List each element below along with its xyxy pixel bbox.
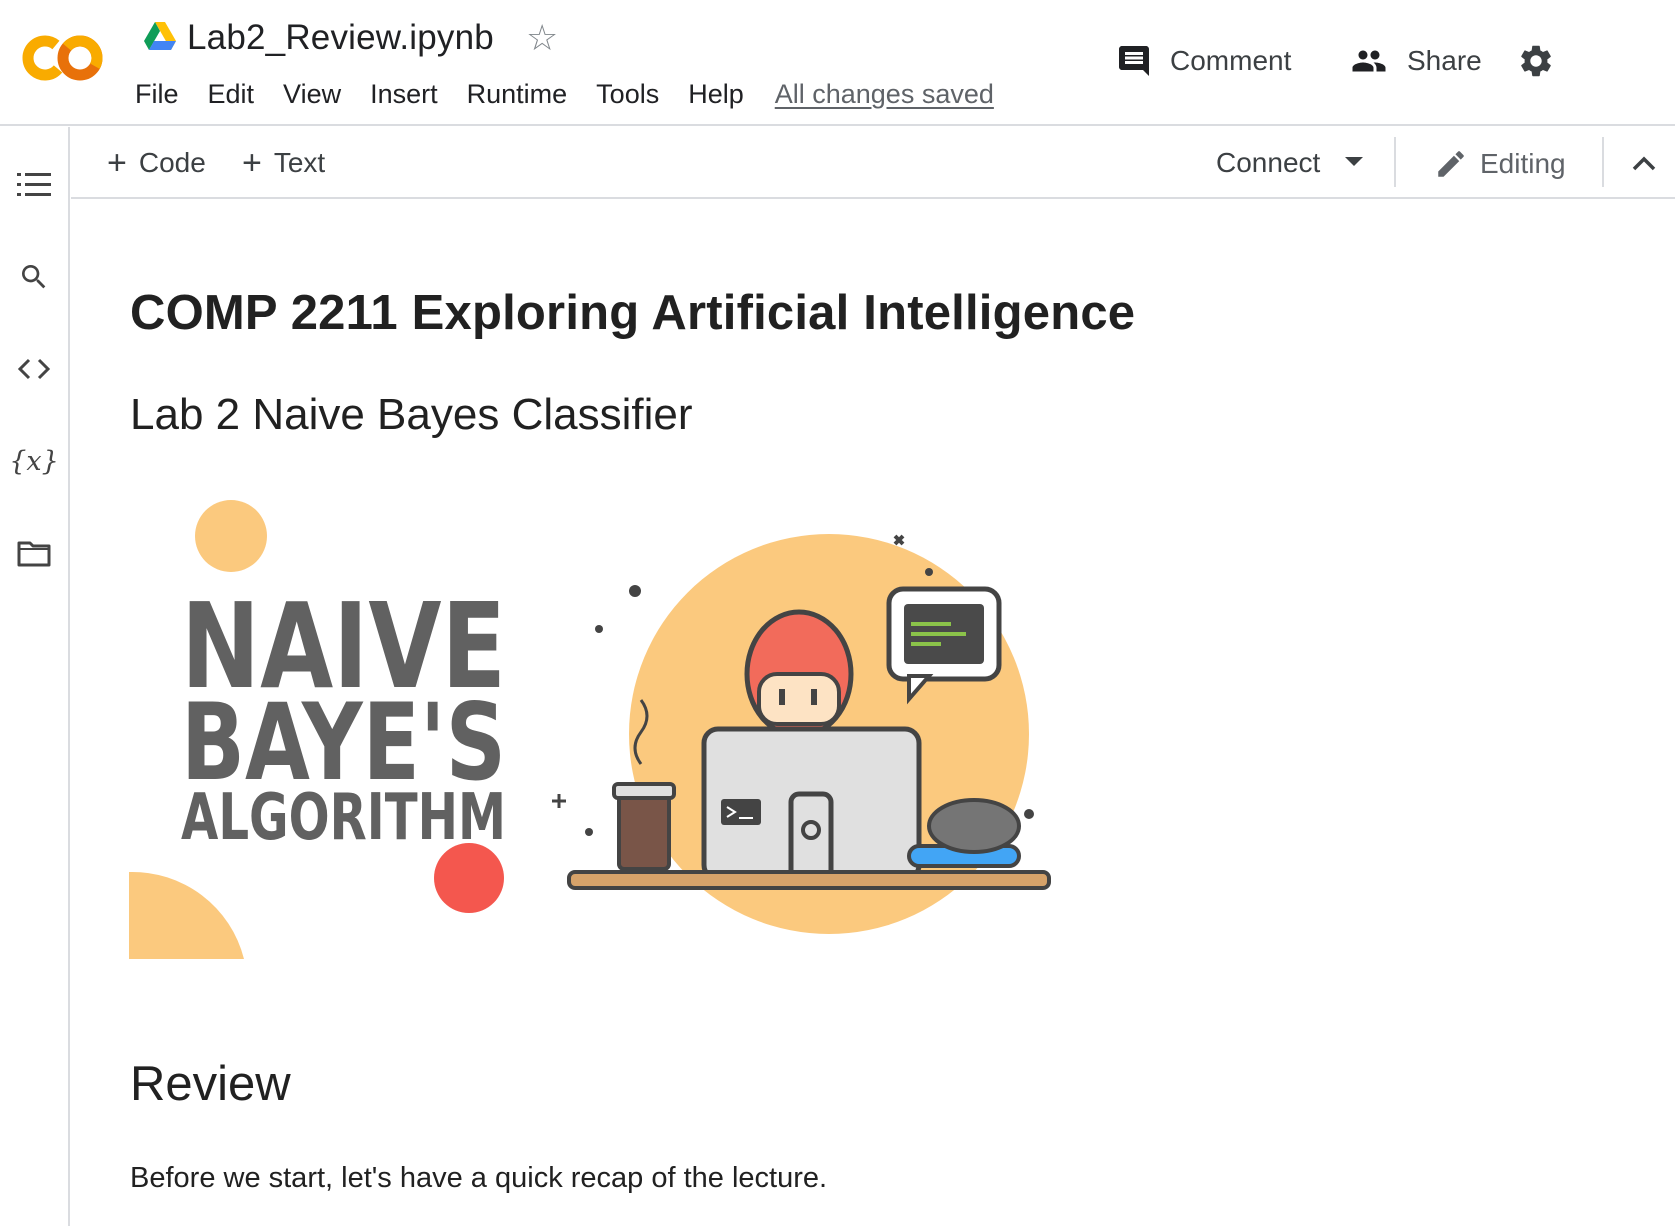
notebook-toolbar: + Code + Text Connect Editing bbox=[71, 127, 1675, 199]
google-drive-icon bbox=[144, 22, 176, 50]
table-of-contents-icon[interactable] bbox=[16, 167, 52, 203]
notebook-heading: COMP 2211 Exploring Artificial Intellige… bbox=[130, 286, 1136, 340]
connect-button[interactable]: Connect bbox=[1216, 147, 1320, 179]
plus-icon: + bbox=[107, 144, 127, 182]
colab-logo[interactable] bbox=[20, 30, 106, 86]
toolbar-divider bbox=[1602, 137, 1604, 187]
naive-bayes-hero-image: NAIVE BAYE'S ALGORITHM bbox=[129, 500, 1051, 959]
comment-icon bbox=[1119, 46, 1149, 76]
code-snippets-icon[interactable] bbox=[16, 351, 52, 387]
variables-icon[interactable]: {x} bbox=[9, 443, 59, 479]
add-code-label: Code bbox=[138, 147, 206, 178]
folder-icon[interactable] bbox=[16, 535, 52, 571]
editing-mode-button[interactable]: Editing bbox=[1434, 147, 1566, 181]
chevron-up-icon[interactable] bbox=[1629, 149, 1659, 179]
share-button[interactable]: Share bbox=[1349, 38, 1482, 84]
intro-paragraph: Before we start, let's have a quick reca… bbox=[130, 1162, 828, 1194]
editing-label: Editing bbox=[1480, 148, 1566, 179]
menu-file[interactable]: File bbox=[135, 76, 179, 112]
section-title-review: Review bbox=[130, 1057, 291, 1111]
connect-dropdown-icon[interactable] bbox=[1345, 157, 1363, 166]
left-sidebar: {x} bbox=[0, 127, 70, 1226]
plus-icon: + bbox=[242, 144, 262, 182]
toolbar-divider bbox=[1394, 137, 1396, 187]
add-text-label: Text bbox=[273, 147, 326, 178]
add-text-cell-button[interactable]: + Text bbox=[242, 144, 326, 182]
add-code-cell-button[interactable]: + Code bbox=[107, 144, 206, 182]
menu-bar: File Edit View Insert Runtime Tools Help… bbox=[135, 76, 994, 112]
menu-help[interactable]: Help bbox=[688, 76, 744, 112]
share-label: Share bbox=[1407, 45, 1482, 76]
notebook-title[interactable]: Lab2_Review.ipynb bbox=[187, 18, 494, 58]
save-status-link[interactable]: All changes saved bbox=[775, 76, 994, 112]
pencil-icon bbox=[1438, 151, 1464, 177]
menu-edit[interactable]: Edit bbox=[208, 76, 255, 112]
comment-button[interactable]: Comment bbox=[1116, 38, 1291, 84]
menu-tools[interactable]: Tools bbox=[596, 76, 659, 112]
menu-view[interactable]: View bbox=[283, 76, 341, 112]
menu-runtime[interactable]: Runtime bbox=[467, 76, 568, 112]
menu-insert[interactable]: Insert bbox=[370, 76, 438, 112]
people-icon bbox=[1352, 50, 1386, 72]
comment-label: Comment bbox=[1170, 45, 1292, 76]
notebook-content: COMP 2211 Exploring Artificial Intellige… bbox=[71, 199, 1675, 1226]
notebook-subheading: Lab 2 Naive Bayes Classifier bbox=[130, 390, 693, 439]
developer-illustration bbox=[552, 534, 1051, 934]
hero-line-algorithm: ALGORITHM bbox=[181, 781, 506, 855]
app-header: Lab2_Review.ipynb ☆ File Edit View Inser… bbox=[0, 0, 1675, 126]
star-icon[interactable]: ☆ bbox=[526, 18, 558, 58]
gear-icon[interactable] bbox=[1517, 42, 1555, 80]
search-icon[interactable] bbox=[16, 259, 52, 295]
